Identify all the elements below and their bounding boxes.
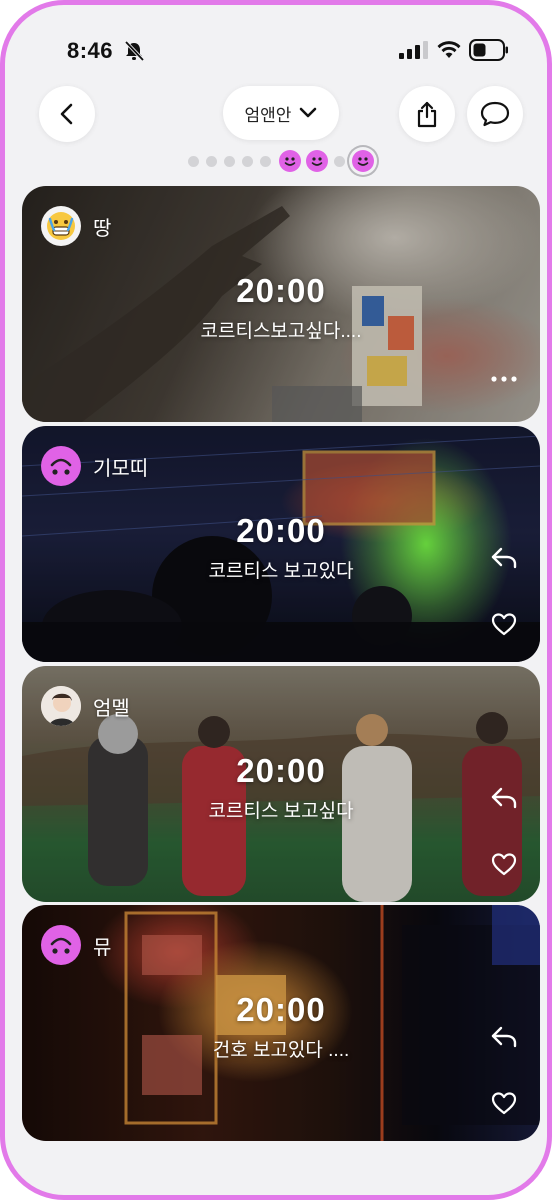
share-icon bbox=[417, 101, 437, 128]
page-dot[interactable] bbox=[260, 156, 271, 167]
page-dot[interactable] bbox=[224, 156, 235, 167]
post-time: 20:00 bbox=[236, 272, 326, 309]
post-card[interactable]: 땅 20:00 코르티스보고싶다.... bbox=[22, 186, 540, 422]
grimace-emoji-avatar[interactable] bbox=[41, 206, 81, 246]
post-message: 건호 보고있다 .... bbox=[212, 1040, 350, 1061]
heart-icon[interactable] bbox=[491, 1091, 517, 1115]
page-dot[interactable] bbox=[188, 156, 199, 167]
smiley-page-icon-active[interactable] bbox=[352, 150, 374, 172]
reply-icon[interactable] bbox=[490, 546, 518, 570]
page-dot[interactable] bbox=[334, 156, 345, 167]
person-photo-avatar[interactable] bbox=[41, 686, 81, 726]
phone-frame: 8:46 엄앤안 땅 20:00 코르티스보고싶다.... 기모띠 20:00 … bbox=[0, 0, 552, 1200]
reply-icon[interactable] bbox=[490, 786, 518, 810]
status-time: 8:46 bbox=[67, 38, 114, 63]
group-selector[interactable]: 엄앤안 bbox=[223, 86, 339, 140]
smiley-page-icon[interactable] bbox=[279, 150, 301, 172]
post-card[interactable]: 엄멜 20:00 코르티스 보고싶다 bbox=[22, 666, 540, 902]
battery-icon bbox=[469, 39, 508, 61]
post-time: 20:00 bbox=[236, 512, 326, 549]
heart-icon[interactable] bbox=[491, 612, 517, 636]
post-card[interactable]: 기모띠 20:00 코르티스 보고있다 bbox=[22, 426, 540, 662]
post-time: 20:00 bbox=[236, 991, 326, 1028]
share-button[interactable] bbox=[399, 86, 455, 142]
page-dot[interactable] bbox=[242, 156, 253, 167]
page-dot[interactable] bbox=[206, 156, 217, 167]
pink-upside-down-smiley-avatar[interactable] bbox=[41, 925, 81, 965]
pink-upside-down-smiley-avatar[interactable] bbox=[41, 446, 81, 486]
post-time: 20:00 bbox=[236, 752, 326, 789]
bell-slash-icon bbox=[124, 41, 145, 61]
chat-bubble-icon bbox=[480, 101, 510, 127]
back-button[interactable] bbox=[39, 86, 95, 142]
more-icon[interactable] bbox=[490, 374, 518, 384]
heart-icon[interactable] bbox=[491, 852, 517, 876]
post-message: 코르티스 보고있다 bbox=[208, 561, 354, 582]
page-indicator bbox=[5, 148, 547, 174]
post-message: 코르티스 보고싶다 bbox=[208, 801, 354, 822]
chevron-down-icon bbox=[300, 107, 317, 118]
post-username: 땅 bbox=[93, 218, 112, 240]
post-message: 코르티스보고싶다.... bbox=[200, 321, 362, 342]
back-arrow-icon bbox=[60, 103, 73, 125]
cellular-signal-icon bbox=[399, 41, 428, 59]
post-username: 뮤 bbox=[93, 937, 112, 959]
wifi-icon bbox=[437, 41, 461, 58]
status-bar: 8:46 bbox=[5, 5, 547, 85]
group-name: 엄앤안 bbox=[244, 105, 292, 125]
post-username: 엄멜 bbox=[93, 698, 130, 720]
post-username: 기모띠 bbox=[93, 458, 149, 480]
reply-icon[interactable] bbox=[490, 1025, 518, 1049]
smiley-page-icon[interactable] bbox=[306, 150, 328, 172]
chat-button[interactable] bbox=[467, 86, 523, 142]
post-card[interactable]: 뮤 20:00 건호 보고있다 .... bbox=[22, 905, 540, 1141]
